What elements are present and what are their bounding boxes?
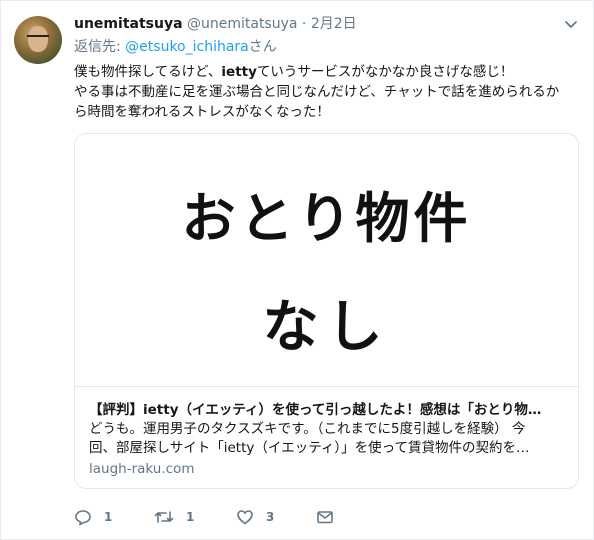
link-card[interactable]: おとり物件 なし 【評判】ietty（イエッティ）を使って引っ越したよ！感想は「… <box>74 133 579 489</box>
tweet-text-segment: ていうサービスがなかなか良さげな感じ！ <box>256 64 514 80</box>
card-description-line: 回、部屋探しサイト「ietty（イエッティ）」を使って賃貸物件の契約を… <box>89 440 530 456</box>
card-image-text: おとり物件 <box>181 186 472 250</box>
tweet-text-line: ら時間を奪われるストレスがなくなった！ <box>74 104 330 120</box>
reply-count: 1 <box>104 510 113 524</box>
card-image[interactable]: おとり物件 なし <box>75 134 578 387</box>
chevron-down-icon[interactable] <box>563 16 579 32</box>
display-name[interactable]: unemitatsuya <box>74 16 183 32</box>
card-image-text: なし <box>262 294 391 360</box>
tweet-text-line: 僕も物件探してるけど、iettyていうサービスがなかなか良さげな感じ！ <box>74 62 584 82</box>
card-description: どうも。運用男子のタクスズキです。（これまでに5度引越しを経験） 今 回、部屋探… <box>89 420 564 458</box>
avatar-glasses <box>27 35 49 42</box>
direct-message-button[interactable] <box>316 506 334 528</box>
retweet-button[interactable]: 1 <box>154 506 194 528</box>
envelope-icon <box>317 511 333 524</box>
user-handle[interactable]: @unemitatsuya <box>187 16 297 32</box>
like-button[interactable]: 3 <box>236 506 274 528</box>
tweet-text-segment: 僕も物件探してるけど、 <box>74 64 222 80</box>
reply-suffix: さん <box>248 39 277 55</box>
tweet-header: unemitatsuya @unemitatsuya · 2月2日 <box>74 14 357 34</box>
tweet-text-line: やる事は不動産に足を運ぶ場合と同じなんだけど、チャットで話を進められるか <box>74 84 560 100</box>
reply-prefix: 返信先: <box>74 39 126 55</box>
heart-icon <box>237 510 253 525</box>
service-name: ietty <box>221 64 257 80</box>
reply-to: 返信先: @etsuko_ichiharaさん <box>74 37 277 57</box>
like-count: 3 <box>266 510 275 524</box>
retweet-count: 1 <box>186 510 195 524</box>
card-domain: laugh-raku.com <box>89 461 195 477</box>
tweet-date[interactable]: 2月2日 <box>311 16 357 32</box>
card-description-line: どうも。運用男子のタクスズキです。（これまでに5度引越しを経験） 今 <box>89 421 526 437</box>
reply-mention-link[interactable]: @etsuko_ichihara <box>125 39 249 55</box>
separator-dot: · <box>301 16 307 32</box>
reply-button[interactable]: 1 <box>74 506 112 528</box>
reply-icon <box>75 510 91 526</box>
avatar[interactable] <box>14 16 62 64</box>
tweet-text: 僕も物件探してるけど、iettyていうサービスがなかなか良さげな感じ！ やる事は… <box>74 62 584 122</box>
card-title[interactable]: 【評判】ietty（イエッティ）を使って引っ越したよ！感想は「おとり物… <box>89 398 564 418</box>
retweet-icon <box>154 511 174 523</box>
